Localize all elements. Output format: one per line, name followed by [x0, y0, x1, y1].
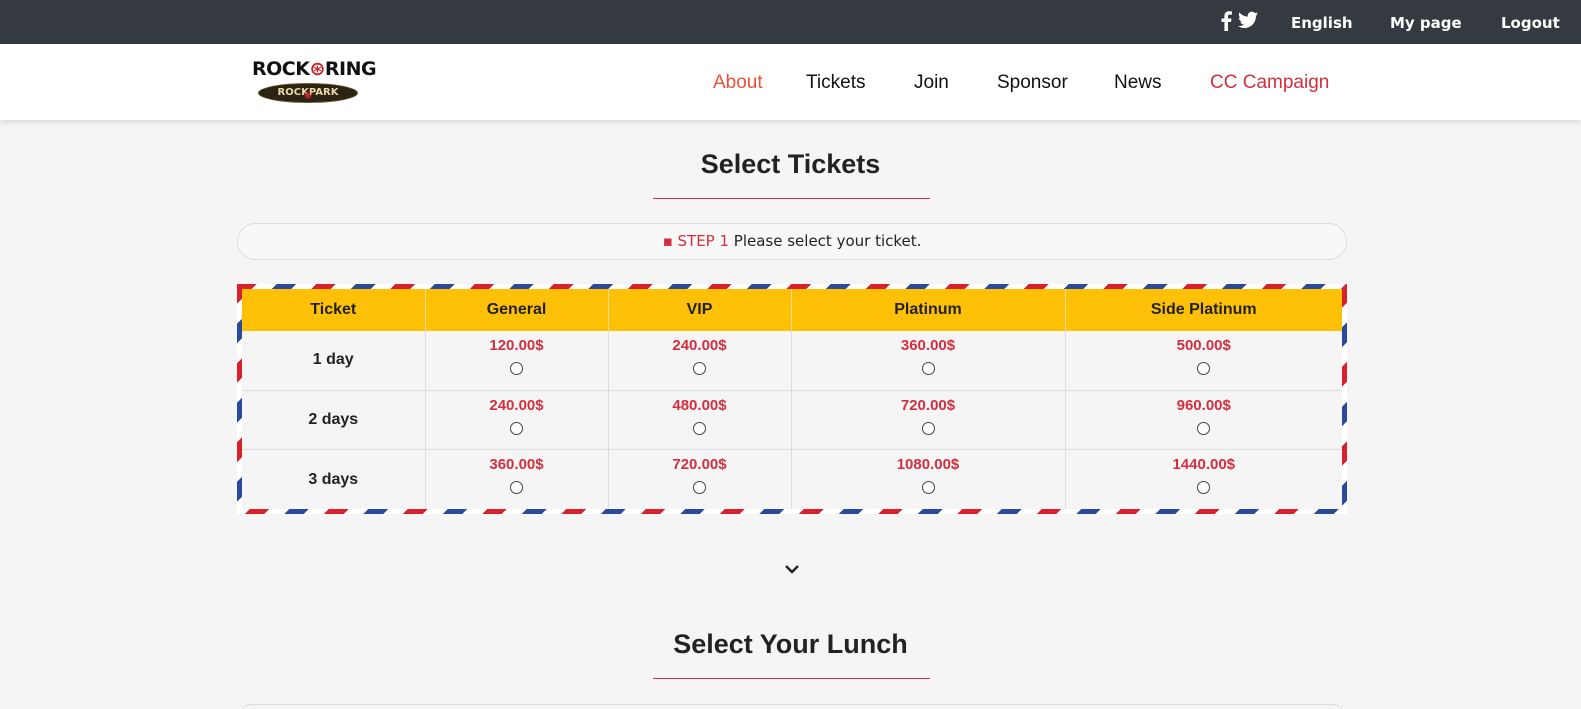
col-header-general: General	[425, 289, 609, 331]
logo-badge: ROCK ◉ PARK	[258, 83, 358, 103]
price: 720.00$	[900, 396, 956, 414]
ticket-table-header: Ticket General VIP Platinum Side Platinu…	[242, 289, 1342, 331]
ticket-option[interactable]: 240.00$	[608, 331, 792, 391]
my-page-link[interactable]: My page	[1390, 14, 1462, 32]
row-label: 3 days	[242, 449, 426, 509]
nav-sponsor[interactable]: Sponsor	[997, 72, 1068, 94]
row-label: 2 days	[242, 390, 426, 451]
ticket-option[interactable]: 480.00$	[608, 390, 792, 451]
ticket-radio[interactable]	[510, 481, 523, 495]
logo-top-text: ROCK⊛RING	[252, 58, 377, 80]
ticket-option[interactable]: 360.00$	[425, 449, 609, 509]
price: 1080.00$	[896, 456, 960, 474]
site-logo[interactable]: ROCK⊛RING ROCK ◉ PARK	[250, 58, 377, 106]
col-header-ticket: Ticket	[242, 289, 426, 331]
step-instruction: Please select your ticket.	[729, 232, 922, 250]
price: 1440.00$	[1172, 456, 1236, 474]
nav-about[interactable]: About	[713, 72, 763, 94]
ticket-radio[interactable]	[921, 362, 935, 375]
social-links	[1220, 11, 1258, 31]
col-header-side-platinum: Side Platinum	[1065, 289, 1342, 331]
ticket-option[interactable]: 240.00$	[425, 390, 609, 451]
price: 240.00$	[672, 337, 727, 354]
ticket-radio[interactable]	[1197, 421, 1211, 435]
ticket-radio[interactable]	[921, 481, 935, 495]
top-bar: English My page Logout	[0, 0, 1581, 44]
lunch-step-banner	[237, 704, 1347, 709]
nav-join[interactable]: Join	[914, 72, 949, 94]
nav-news[interactable]: News	[1114, 72, 1162, 94]
nav-cc-campaign[interactable]: CC Campaign	[1210, 72, 1329, 94]
ticket-table: Ticket General VIP Platinum Side Platinu…	[242, 289, 1342, 509]
col-header-vip: VIP	[608, 289, 792, 331]
language-link[interactable]: English	[1291, 14, 1353, 32]
ticket-option[interactable]: 720.00$	[608, 449, 792, 509]
step-banner: ▪ STEP 1 Please select your ticket.	[237, 223, 1347, 260]
ticket-radio[interactable]	[693, 362, 706, 375]
ticket-radio[interactable]	[1197, 481, 1211, 495]
ticket-option[interactable]: 360.00$	[791, 331, 1066, 391]
row-label: 1 day	[242, 331, 426, 391]
ticket-option[interactable]: 120.00$	[425, 331, 609, 391]
ticket-radio[interactable]	[921, 421, 935, 435]
logout-link[interactable]: Logout	[1501, 14, 1560, 32]
ticket-option[interactable]: 1080.00$	[791, 449, 1066, 509]
tickets-title-divider	[653, 198, 930, 199]
lunch-section-title: Select Your Lunch	[673, 629, 908, 659]
logo-bottom-text: ROCK ◉ PARK	[277, 87, 339, 101]
twitter-icon[interactable]	[1238, 11, 1258, 29]
ticket-radio[interactable]	[510, 362, 523, 375]
price: 360.00$	[900, 337, 956, 354]
price: 500.00$	[1176, 337, 1231, 354]
ticket-option[interactable]: 960.00$	[1065, 390, 1342, 451]
ticket-option[interactable]: 1440.00$	[1065, 450, 1342, 509]
lunch-title-divider	[653, 678, 930, 679]
ticket-table-wrapper: Ticket General VIP Platinum Side Platinu…	[242, 289, 1342, 509]
chevron-down-icon[interactable]	[784, 563, 800, 575]
airmail-border: Ticket General VIP Platinum Side Platinu…	[237, 284, 1347, 514]
price: 720.00$	[672, 456, 727, 474]
site-header: ROCK⊛RING ROCK ◉ PARK About Tickets Join S…	[0, 44, 1581, 120]
ticket-radio[interactable]	[1197, 362, 1211, 375]
price: 120.00$	[489, 337, 544, 354]
ticket-radio[interactable]	[693, 421, 706, 435]
tickets-section-title: Select Tickets	[700, 149, 881, 179]
ticket-radio[interactable]	[693, 481, 706, 495]
table-row: 3 days 360.00$ 720.00$ 1080.00$ 1440.00$	[242, 449, 1342, 509]
ticket-option[interactable]: 720.00$	[791, 390, 1066, 451]
nav-tickets[interactable]: Tickets	[806, 72, 865, 94]
table-row: 1 day 120.00$ 240.00$ 360.00$ 500.00$	[242, 331, 1342, 391]
price: 960.00$	[1176, 396, 1231, 414]
col-header-platinum: Platinum	[791, 289, 1066, 331]
step-label: ▪ STEP 1	[662, 232, 730, 250]
price: 360.00$	[489, 456, 544, 474]
ticket-option[interactable]: 500.00$	[1065, 331, 1342, 391]
facebook-icon[interactable]	[1220, 11, 1232, 31]
table-row: 2 days 240.00$ 480.00$ 720.00$ 960.00$	[242, 390, 1342, 451]
ticket-radio[interactable]	[510, 421, 523, 435]
price: 480.00$	[672, 396, 727, 414]
price: 240.00$	[489, 396, 544, 414]
